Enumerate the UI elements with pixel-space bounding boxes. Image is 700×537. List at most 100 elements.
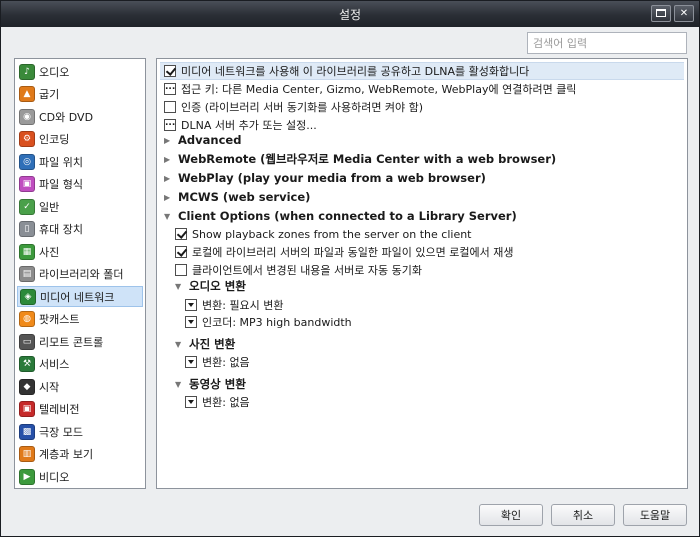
dropdown-icon[interactable] bbox=[185, 316, 197, 328]
sidebar-item-label: 사진 bbox=[39, 245, 60, 259]
photo-conversion-mode[interactable]: 변환: 없음 bbox=[185, 353, 250, 371]
show-zones-label: Show playback zones from the server on t… bbox=[192, 227, 472, 241]
tv-icon: ▣ bbox=[19, 401, 35, 417]
sidebar-item[interactable]: ⚙ 인코딩 bbox=[17, 129, 143, 150]
expand-arrow-icon[interactable]: ▶ bbox=[164, 193, 174, 202]
collapse-arrow-icon[interactable]: ▼ bbox=[175, 282, 185, 291]
window-title: 설정 bbox=[338, 8, 362, 22]
video-conversion-section[interactable]: ▼ 동영상 변환 bbox=[175, 375, 246, 393]
photo-conversion-section[interactable]: ▼ 사진 변환 bbox=[175, 335, 235, 353]
share-library-option[interactable]: 미디어 네트워크를 사용해 이 라이브러리를 공유하고 DLNA를 활성화합니다 bbox=[160, 62, 684, 80]
flame-icon: ▲ bbox=[19, 86, 35, 102]
share-library-label: 미디어 네트워크를 사용해 이 라이브러리를 공유하고 DLNA를 활성화합니다 bbox=[181, 65, 530, 78]
webremote-title: WebRemote (웹브라우저로 Media Center with a we… bbox=[178, 152, 557, 166]
sidebar-item-label: 파일 위치 bbox=[39, 155, 83, 169]
close-button[interactable]: ✕ bbox=[674, 5, 694, 22]
more-icon[interactable]: ... bbox=[164, 83, 176, 95]
podcast-icon: ◍ bbox=[19, 311, 35, 327]
sidebar-item-label: 휴대 장치 bbox=[39, 223, 83, 236]
remote-icon: ▭ bbox=[19, 333, 35, 350]
sidebar-item[interactable]: ▣ 파일 형식 bbox=[17, 174, 143, 195]
sidebar-item[interactable]: ◍ 팟캐스트 bbox=[17, 309, 143, 330]
client-options-title: Client Options (when connected to a Libr… bbox=[178, 209, 517, 223]
search-input[interactable] bbox=[527, 32, 687, 54]
show-zones-checkbox[interactable] bbox=[175, 228, 187, 240]
more-icon[interactable]: ... bbox=[164, 119, 176, 131]
auth-option[interactable]: 인증 (라이브러리 서버 동기화를 사용하려면 켜야 함) bbox=[164, 98, 423, 116]
expand-arrow-icon[interactable]: ▶ bbox=[164, 155, 174, 164]
video-conversion-mode[interactable]: 변환: 없음 bbox=[185, 393, 250, 411]
sidebar-item[interactable]: ◉ CD와 DVD bbox=[17, 106, 143, 127]
help-button[interactable]: 도움말 bbox=[623, 504, 687, 526]
sidebar-item[interactable]: ◆ 시작 bbox=[17, 376, 143, 397]
sidebar-item[interactable]: ♪ 오디오 bbox=[17, 61, 143, 82]
check-icon: ✓ bbox=[19, 198, 35, 215]
services-icon: ⚒ bbox=[19, 356, 35, 372]
audio-encoder[interactable]: 인코더: MP3 high bandwidth bbox=[185, 313, 352, 331]
collapse-arrow-icon[interactable]: ▼ bbox=[164, 212, 174, 221]
category-sidebar: ♪ 오디오 ▲ 굽기 ◉ CD와 DVD ⚙ 인코딩 ◎ 파일 위치 ▣ 파일 형식 ✓ 일반 ▯ 휴대 장치… bbox=[14, 58, 146, 489]
access-key-option[interactable]: ... 접근 키: 다른 Media Center, Gizmo, WebRem… bbox=[164, 80, 576, 98]
cancel-button[interactable]: 취소 bbox=[551, 504, 615, 526]
client-options-section[interactable]: ▼ Client Options (when connected to a Li… bbox=[164, 207, 517, 225]
client-sync-label: 클라이언트에서 변경된 내용을 서버로 자동 동기화 bbox=[192, 264, 423, 277]
advanced-section[interactable]: ▶ Advanced bbox=[164, 131, 241, 149]
sidebar-item[interactable]: ◈ 미디어 네트워크 bbox=[17, 286, 143, 307]
ok-button[interactable]: 확인 bbox=[479, 504, 543, 526]
audio-conversion-mode-label: 변환: 필요시 변환 bbox=[202, 299, 284, 312]
client-sync-checkbox[interactable] bbox=[175, 264, 187, 276]
webplay-section[interactable]: ▶ WebPlay (play your media from a web br… bbox=[164, 169, 486, 187]
collapse-arrow-icon[interactable]: ▼ bbox=[175, 380, 185, 389]
auth-checkbox[interactable] bbox=[164, 101, 176, 113]
share-library-checkbox[interactable] bbox=[164, 65, 176, 77]
sidebar-item[interactable]: ▩ 극장 모드 bbox=[17, 421, 143, 442]
mcws-section[interactable]: ▶ MCWS (web service) bbox=[164, 188, 310, 206]
sidebar-item[interactable]: ▦ 사진 bbox=[17, 241, 143, 262]
collapse-arrow-icon[interactable]: ▼ bbox=[175, 340, 185, 349]
audio-conversion-section[interactable]: ▼ 오디오 변환 bbox=[175, 277, 246, 295]
webremote-section[interactable]: ▶ WebRemote (웹브라우저로 Media Center with a … bbox=[164, 150, 556, 168]
sidebar-item[interactable]: ◎ 파일 위치 bbox=[17, 151, 143, 172]
mcws-title: MCWS (web service) bbox=[178, 190, 311, 204]
expand-arrow-icon[interactable]: ▶ bbox=[164, 136, 174, 145]
sidebar-item-label: 파일 형식 bbox=[39, 178, 83, 191]
settings-panel: 미디어 네트워크를 사용해 이 라이브러리를 공유하고 DLNA를 활성화합니다… bbox=[156, 58, 688, 489]
sidebar-item-label: 시작 bbox=[39, 380, 60, 394]
sidebar-item[interactable]: ✓ 일반 bbox=[17, 196, 143, 217]
sidebar-item-label: 텔레비전 bbox=[39, 403, 80, 416]
maximize-button[interactable] bbox=[651, 5, 671, 22]
expand-arrow-icon[interactable]: ▶ bbox=[164, 174, 174, 183]
advanced-title: Advanced bbox=[178, 133, 242, 147]
audio-conversion-mode[interactable]: 변환: 필요시 변환 bbox=[185, 296, 284, 314]
speaker-icon: ♪ bbox=[19, 63, 35, 80]
local-play-checkbox[interactable] bbox=[175, 246, 187, 258]
file-types-icon: ▣ bbox=[19, 176, 35, 192]
device-icon: ▯ bbox=[19, 221, 35, 237]
dropdown-icon[interactable] bbox=[185, 299, 197, 311]
video-conversion-mode-label: 변환: 없음 bbox=[202, 396, 250, 409]
show-zones-option[interactable]: Show playback zones from the server on t… bbox=[175, 225, 472, 243]
sidebar-item-label: 라이브러리와 폴더 bbox=[39, 268, 124, 281]
auth-label: 인증 (라이브러리 서버 동기화를 사용하려면 켜야 함) bbox=[181, 101, 424, 114]
photo-conversion-mode-label: 변환: 없음 bbox=[202, 356, 250, 369]
sidebar-item[interactable]: ▯ 휴대 장치 bbox=[17, 219, 143, 240]
sidebar-item[interactable]: ▭ 리모트 콘트롤 bbox=[17, 331, 143, 352]
sidebar-item-label: 극장 모드 bbox=[39, 425, 83, 439]
sidebar-item-label: 서비스 bbox=[39, 358, 70, 371]
sidebar-item-label: 리모트 콘트롤 bbox=[39, 335, 104, 349]
local-play-option[interactable]: 로컬에 라이브러리 서버의 파일과 동일한 파일이 있으면 로컬에서 재생 bbox=[175, 243, 513, 261]
sidebar-item[interactable]: ⚒ 서비스 bbox=[17, 354, 143, 375]
sidebar-item[interactable]: ▲ 굽기 bbox=[17, 84, 143, 105]
sidebar-item-label: 미디어 네트워크 bbox=[40, 290, 115, 304]
sidebar-item[interactable]: ▶ 비디오 bbox=[17, 466, 143, 487]
sidebar-item-label: 팟캐스트 bbox=[39, 313, 80, 326]
dropdown-icon[interactable] bbox=[185, 396, 197, 408]
sidebar-item[interactable]: ▣ 텔레비전 bbox=[17, 399, 143, 420]
sidebar-item-label: 굽기 bbox=[39, 88, 60, 101]
sidebar-item-label: 계층과 보기 bbox=[39, 448, 94, 461]
local-play-label: 로컬에 라이브러리 서버의 파일과 동일한 파일이 있으면 로컬에서 재생 bbox=[192, 246, 514, 259]
sidebar-item[interactable]: ▤ 라이브러리와 폴더 bbox=[17, 264, 143, 285]
dropdown-icon[interactable] bbox=[185, 356, 197, 368]
sidebar-item[interactable]: ▥ 계층과 보기 bbox=[17, 444, 143, 465]
video-icon: ▶ bbox=[19, 468, 35, 485]
